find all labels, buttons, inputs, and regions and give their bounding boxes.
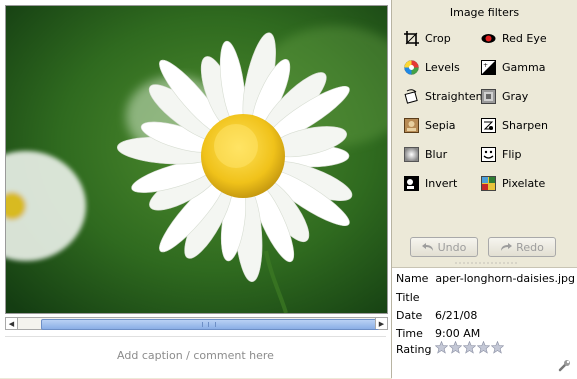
straighten-icon bbox=[404, 88, 419, 104]
scrollbar-thumb[interactable] bbox=[41, 319, 379, 330]
rating-row: Rating bbox=[396, 340, 505, 357]
redo-button[interactable]: Redo bbox=[488, 237, 556, 257]
caption-field[interactable]: Add caption / comment here bbox=[5, 336, 386, 373]
photo-view[interactable] bbox=[5, 5, 388, 314]
scrollbar-grip-icon bbox=[202, 322, 216, 327]
name-row: Name paper-longhorn-daisies.jpg bbox=[396, 270, 575, 286]
title-label: Title bbox=[396, 290, 420, 304]
blur-label: Blur bbox=[425, 147, 448, 161]
levels-button[interactable]: Levels bbox=[404, 58, 460, 76]
pixelate-label: Pixelate bbox=[502, 176, 546, 190]
sepia-icon bbox=[404, 117, 419, 133]
invert-icon bbox=[404, 175, 419, 191]
time-value[interactable]: 9:00 AM bbox=[435, 327, 480, 340]
sharpen-label: Sharpen bbox=[502, 118, 548, 132]
name-value[interactable]: paper-longhorn-daisies.jpg bbox=[435, 272, 575, 285]
filters-title: Image filters bbox=[449, 6, 520, 19]
sharpen-button[interactable]: Sharpen bbox=[481, 116, 548, 134]
rating-star-icon[interactable] bbox=[490, 340, 505, 354]
crop-button[interactable]: Crop bbox=[404, 29, 451, 47]
sepia-button[interactable]: Sepia bbox=[404, 116, 456, 134]
rating-stars[interactable] bbox=[434, 340, 505, 357]
gray-label: Gray bbox=[502, 89, 529, 103]
splitter-grip[interactable] bbox=[454, 262, 518, 264]
gamma-label: Gamma bbox=[502, 60, 546, 74]
undo-icon bbox=[421, 243, 433, 251]
rating-star-icon[interactable] bbox=[448, 340, 463, 354]
gray-button[interactable]: Gray bbox=[481, 87, 528, 105]
sepia-label: Sepia bbox=[425, 118, 456, 132]
flip-label: Flip bbox=[502, 147, 522, 161]
straighten-label: Straighten bbox=[425, 89, 483, 103]
red-eye-label: Red Eye bbox=[502, 31, 547, 45]
rating-star-icon[interactable] bbox=[476, 340, 491, 354]
crop-label: Crop bbox=[425, 31, 451, 45]
wrench-icon[interactable] bbox=[558, 359, 571, 375]
blur-icon bbox=[404, 146, 419, 162]
blur-button[interactable]: Blur bbox=[404, 145, 447, 163]
rating-star-icon[interactable] bbox=[434, 340, 449, 354]
pixelate-icon bbox=[481, 175, 496, 191]
scroll-right-arrow-icon[interactable]: ▶ bbox=[375, 318, 387, 329]
time-label: Time bbox=[396, 326, 423, 340]
redo-label: Redo bbox=[516, 240, 544, 254]
redo-icon bbox=[501, 243, 513, 251]
time-row: Time 9:00 AM bbox=[396, 325, 480, 341]
gamma-icon: + bbox=[481, 59, 496, 75]
red-eye-icon bbox=[481, 31, 496, 46]
metadata-panel: Name paper-longhorn-daisies.jpg Title Da… bbox=[392, 267, 577, 379]
date-value[interactable]: 6/21/08 bbox=[435, 309, 477, 322]
levels-icon bbox=[404, 59, 419, 75]
flip-icon bbox=[481, 146, 496, 162]
flip-button[interactable]: Flip bbox=[481, 145, 521, 163]
crop-icon bbox=[404, 30, 419, 46]
red-eye-button[interactable]: Red Eye bbox=[481, 29, 547, 47]
daisy-photo bbox=[6, 6, 387, 313]
levels-label: Levels bbox=[425, 60, 460, 74]
scroll-left-arrow-icon[interactable]: ◀ bbox=[6, 318, 18, 329]
rating-label: Rating bbox=[396, 342, 432, 356]
date-row: Date 6/21/08 bbox=[396, 307, 477, 323]
name-label: Name bbox=[396, 271, 429, 285]
straighten-button[interactable]: Straighten bbox=[404, 87, 483, 105]
undo-button[interactable]: Undo bbox=[410, 237, 478, 257]
undo-label: Undo bbox=[437, 240, 467, 254]
pixelate-button[interactable]: Pixelate bbox=[481, 174, 545, 192]
svg-text:+: + bbox=[483, 62, 488, 69]
rating-star-icon[interactable] bbox=[462, 340, 477, 354]
image-pane: ◀ ▶ Add caption / comment here bbox=[0, 0, 392, 378]
title-row: Title bbox=[396, 289, 435, 305]
gray-icon bbox=[481, 88, 496, 104]
invert-label: Invert bbox=[425, 176, 458, 190]
sharpen-icon bbox=[481, 117, 496, 133]
date-label: Date bbox=[396, 308, 423, 322]
gamma-button[interactable]: + Gamma bbox=[481, 58, 545, 76]
horizontal-scrollbar[interactable]: ◀ ▶ bbox=[5, 317, 388, 330]
invert-button[interactable]: Invert bbox=[404, 174, 457, 192]
filters-panel: Image filters Crop Red Eye Levels + Gamm… bbox=[392, 0, 577, 379]
